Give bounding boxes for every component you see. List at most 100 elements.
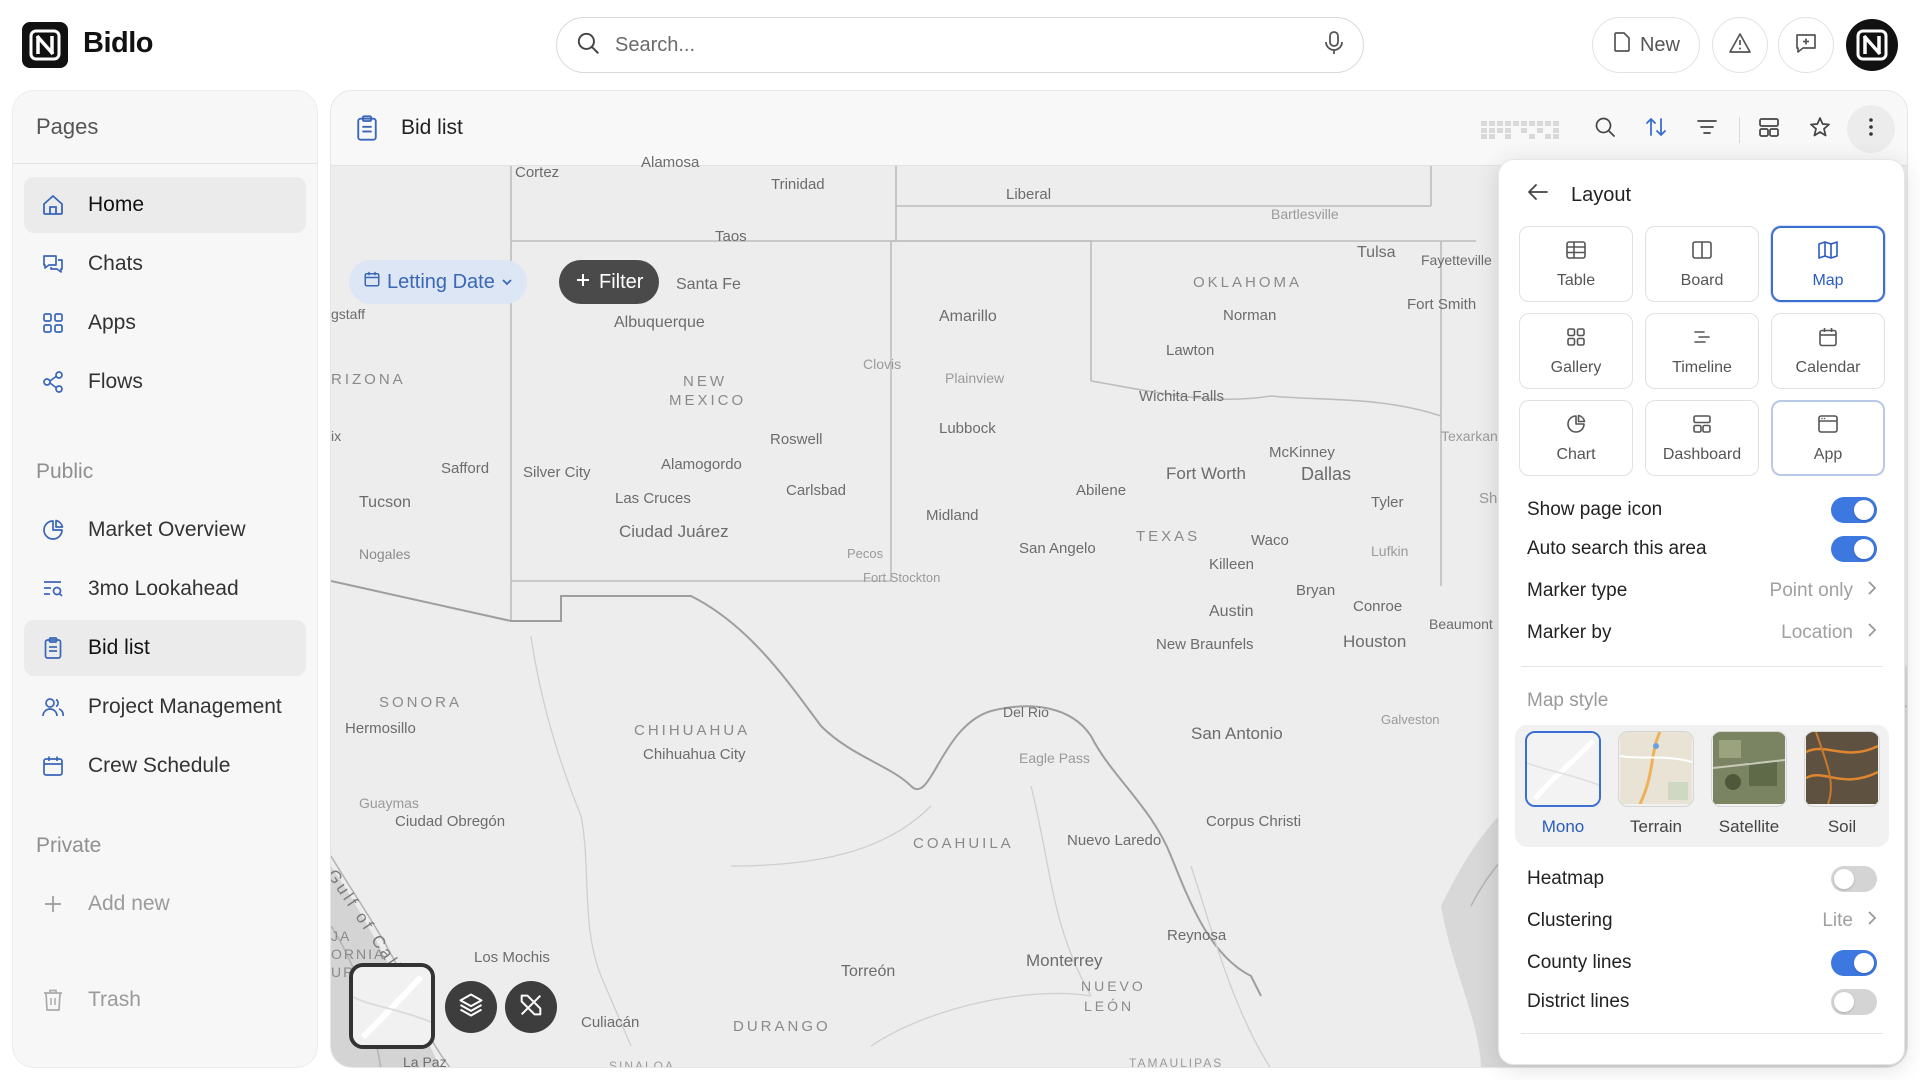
search-tool-button[interactable] <box>1585 109 1625 149</box>
map-label: CHIHUAHUA <box>634 722 751 739</box>
timeline-icon <box>1691 326 1713 353</box>
more-options-button[interactable] <box>1847 105 1895 153</box>
view-density-indicator <box>1481 121 1561 144</box>
view-option-timeline[interactable]: Timeline <box>1645 313 1759 389</box>
view-option-label: Map <box>1812 271 1844 289</box>
map-label: Fayetteville <box>1421 252 1492 268</box>
sidebar-item-label: Market Overview <box>88 518 246 541</box>
view-option-calendar[interactable]: Calendar <box>1771 313 1885 389</box>
sort-button[interactable] <box>1636 109 1676 149</box>
heatmap-toggle[interactable] <box>1831 866 1877 892</box>
add-filter-button[interactable]: Filter <box>559 260 660 304</box>
search-bar[interactable]: Search... <box>556 17 1364 73</box>
favorite-button[interactable] <box>1800 109 1840 149</box>
satellite-style-thumbnail <box>1711 731 1787 807</box>
show-page-icon-toggle[interactable] <box>1831 497 1877 523</box>
map-label: Safford <box>441 460 490 477</box>
sidebar-item-label: Apps <box>88 311 136 334</box>
map-style-satellite[interactable]: Satellite <box>1709 731 1789 837</box>
sidebar-item-project-management[interactable]: Project Management <box>24 679 306 735</box>
map-label: Tyler <box>1371 494 1404 511</box>
sidebar-item-apps[interactable]: Apps <box>24 295 306 351</box>
sidebar-item-trash[interactable]: Trash <box>24 972 306 1028</box>
map-label: Lawton <box>1166 342 1215 359</box>
view-option-label: Table <box>1556 271 1596 289</box>
view-option-label: Gallery <box>1550 358 1602 376</box>
filter-button[interactable] <box>1687 109 1727 149</box>
map-label: Fort Stockton <box>863 570 941 585</box>
map-label: Hermosillo <box>345 720 416 737</box>
new-button[interactable]: New <box>1592 17 1700 73</box>
chat-icon <box>40 251 66 277</box>
view-option-board[interactable]: Board <box>1645 226 1759 302</box>
map-label: NUEVO <box>1081 978 1146 994</box>
map-label: Wichita Falls <box>1139 388 1225 405</box>
layout-panel: Layout Table Board Map Gallery Timeline … <box>1498 159 1905 1065</box>
layout-button[interactable] <box>1749 109 1789 149</box>
letting-date-filter-chip[interactable]: Letting Date <box>349 260 527 304</box>
section-label-public: Public <box>36 460 94 483</box>
view-option-chart[interactable]: Chart <box>1519 400 1633 476</box>
star-icon <box>1808 115 1832 144</box>
auto-search-toggle[interactable] <box>1831 536 1877 562</box>
map-style-label: Terrain <box>1630 817 1682 836</box>
map-style-mono[interactable]: Mono <box>1523 731 1603 837</box>
sidebar-item-market-overview[interactable]: Market Overview <box>24 502 306 558</box>
auto-search-label: Auto search this area <box>1527 538 1707 559</box>
ruler-pencil-icon <box>517 991 545 1024</box>
clustering-row[interactable]: Clustering Lite <box>1527 906 1877 936</box>
district-lines-toggle[interactable] <box>1831 989 1877 1015</box>
view-option-gallery[interactable]: Gallery <box>1519 313 1633 389</box>
map-style-soil[interactable]: Soil <box>1802 731 1882 837</box>
sort-arrows-icon <box>1644 115 1668 144</box>
draw-tools-button[interactable] <box>505 981 557 1033</box>
add-new-button[interactable]: Add new <box>24 876 306 932</box>
back-arrow-icon[interactable] <box>1527 182 1549 208</box>
layers-icon <box>457 991 485 1024</box>
microphone-icon[interactable] <box>1323 30 1345 61</box>
map-label: New Braunfels <box>1156 636 1254 653</box>
clustering-value: Lite <box>1822 910 1853 931</box>
toggle-knob <box>1834 869 1854 889</box>
clustering-label: Clustering <box>1527 910 1613 931</box>
alert-button[interactable] <box>1712 17 1768 73</box>
search-input[interactable]: Search... <box>615 34 1323 57</box>
map-label: Austin <box>1209 603 1254 620</box>
map-label: Houston <box>1343 632 1407 651</box>
sidebar-item-3mo-lookahead[interactable]: 3mo Lookahead <box>24 561 306 617</box>
marker-by-row[interactable]: Marker by Location <box>1527 618 1877 648</box>
view-option-app[interactable]: App <box>1771 400 1885 476</box>
map-label: Torreón <box>841 963 896 980</box>
view-option-map[interactable]: Map <box>1771 226 1885 302</box>
avatar[interactable] <box>1846 19 1898 71</box>
marker-type-value: Point only <box>1769 580 1853 601</box>
sidebar-item-bid-list[interactable]: Bid list <box>24 620 306 676</box>
sidebar-item-crew-schedule[interactable]: Crew Schedule <box>24 738 306 794</box>
sidebar-item-home[interactable]: Home <box>24 177 306 233</box>
map-label: McKinney <box>1269 444 1335 461</box>
sidebar-item-chats[interactable]: Chats <box>24 236 306 292</box>
layout-icon <box>1757 115 1781 144</box>
chevron-right-icon <box>1867 580 1877 602</box>
map-style-toggle-button[interactable] <box>349 963 435 1049</box>
map-style-terrain[interactable]: Terrain <box>1616 731 1696 837</box>
layers-button[interactable] <box>445 981 497 1033</box>
view-option-table[interactable]: Table <box>1519 226 1633 302</box>
map-label: DURANGO <box>733 1018 831 1035</box>
view-option-dashboard[interactable]: Dashboard <box>1645 400 1759 476</box>
gallery-icon <box>1565 326 1587 353</box>
table-icon <box>1565 239 1587 266</box>
sidebar-item-label: Home <box>88 193 145 216</box>
map-label: Alamogordo <box>661 456 742 473</box>
county-lines-toggle[interactable] <box>1831 950 1877 976</box>
map-label: Bartlesville <box>1271 206 1339 222</box>
app-logo-icon[interactable] <box>22 22 68 68</box>
top-bar: Bidlo Search... New <box>0 0 1920 90</box>
new-page-icon <box>1612 31 1632 59</box>
map-label: Waco <box>1251 532 1289 549</box>
calendar-icon <box>40 753 66 779</box>
feedback-button[interactable] <box>1778 17 1834 73</box>
sidebar-item-flows[interactable]: Flows <box>24 354 306 410</box>
marker-type-row[interactable]: Marker type Point only <box>1527 576 1877 606</box>
page-header: Bid list <box>331 91 1907 166</box>
